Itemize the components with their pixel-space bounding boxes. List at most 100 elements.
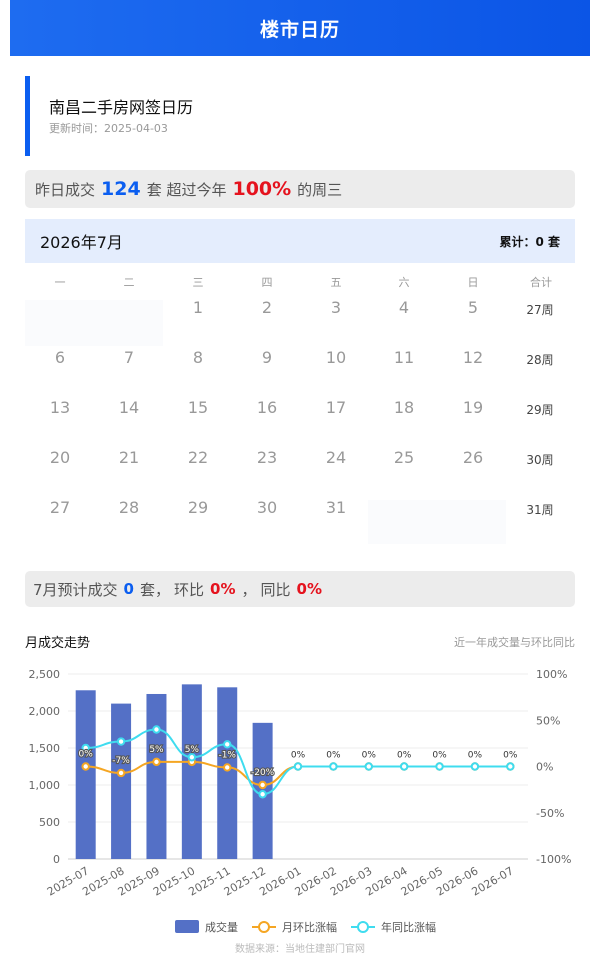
bar xyxy=(217,687,238,859)
calendar-day[interactable]: 12 xyxy=(453,348,493,367)
calendar-day[interactable]: 29 xyxy=(178,498,218,517)
calendar-day[interactable]: 18 xyxy=(384,398,424,417)
calendar-day[interactable]: 24 xyxy=(316,448,356,467)
calendar-day[interactable]: 28 xyxy=(109,498,149,517)
calendar-day[interactable]: 15 xyxy=(178,398,218,417)
weekday-header: 一 xyxy=(54,276,66,289)
forecast-prefix: 7月预计成交 xyxy=(33,580,118,599)
left-axis-tick: 2,500 xyxy=(29,668,61,681)
weekday-header: 日 xyxy=(467,276,479,289)
calendar-day[interactable]: 8 xyxy=(178,348,218,367)
calendar-day[interactable]: 23 xyxy=(247,448,287,467)
trend-subtitle: 近一年成交量与环比同比 xyxy=(454,636,575,649)
month-forecast: 7月预计成交 0 套， 环比 0% ， 同比 0% xyxy=(25,571,575,607)
forecast-mid1: 套， xyxy=(139,580,170,599)
data-label: 5% xyxy=(185,745,200,755)
legend-swatch xyxy=(175,920,199,933)
right-axis-tick: 50% xyxy=(536,714,560,727)
data-point xyxy=(223,763,232,772)
bar xyxy=(146,693,167,859)
data-point xyxy=(364,762,373,771)
left-axis-tick: 1,500 xyxy=(29,742,61,755)
forecast-mid2: ， xyxy=(241,580,257,599)
data-point xyxy=(81,762,90,771)
left-axis-tick: 1,000 xyxy=(29,779,61,792)
calendar-day[interactable]: 7 xyxy=(109,348,149,367)
calendar-day[interactable]: 30 xyxy=(247,498,287,517)
calendar-day[interactable]: 6 xyxy=(40,348,80,367)
weekday-header: 二 xyxy=(123,276,135,289)
calendar-day[interactable]: 27 xyxy=(40,498,80,517)
right-axis-tick: -100% xyxy=(536,853,571,866)
right-axis-tick: 100% xyxy=(536,668,567,681)
data-source: 数据来源：当地住建部门官网 xyxy=(235,944,365,955)
data-label: 0% xyxy=(468,751,483,761)
calendar-day[interactable]: 19 xyxy=(453,398,493,417)
data-point xyxy=(293,762,303,771)
weekday-header: 三 xyxy=(192,276,204,289)
calendar-day[interactable]: 26 xyxy=(453,448,493,467)
bar xyxy=(181,684,202,859)
data-label: 0% xyxy=(326,751,341,761)
calendar-month[interactable]: 2026年7月 xyxy=(40,229,123,253)
legend-marker xyxy=(258,921,270,933)
calendar-day[interactable]: 2 xyxy=(247,298,287,317)
calendar-day[interactable]: 17 xyxy=(316,398,356,417)
data-label: -20% xyxy=(251,768,275,778)
calendar-day[interactable]: 1 xyxy=(178,298,218,317)
weekday-header: 合计 xyxy=(530,276,552,289)
app-header: 楼市日历 xyxy=(10,0,590,56)
monthly-trend-chart: 0 500 1,000 1,500 2,000 2,500 -100% -50% 0% 50% 10… xyxy=(29,668,572,934)
calendar-day[interactable]: 13 xyxy=(40,398,80,417)
calendar-day[interactable]: 4 xyxy=(384,298,424,317)
forecast-yoy-label: 同比 xyxy=(260,580,291,599)
calendar-day[interactable]: 31 xyxy=(316,498,356,517)
forecast-count: 0 xyxy=(123,580,134,598)
header-title: 楼市日历 xyxy=(259,18,340,41)
data-point xyxy=(470,762,480,771)
legend-label: 成交量 xyxy=(205,920,238,934)
summary-prefix: 昨日成交 xyxy=(35,180,96,199)
weekday-header: 四 xyxy=(261,276,273,289)
calendar-title: 南昌二手房网签日历 xyxy=(49,98,194,117)
calendar-day[interactable]: 21 xyxy=(109,448,149,467)
data-label: 0% xyxy=(397,751,412,761)
forecast-mom: 0% xyxy=(210,580,236,598)
calendar-day[interactable]: 11 xyxy=(384,348,424,367)
calendar-day[interactable]: 20 xyxy=(40,448,80,467)
data-point xyxy=(152,725,161,734)
calendar-day[interactable]: 14 xyxy=(109,398,149,417)
left-axis-tick: 2,000 xyxy=(29,705,61,718)
right-axis-tick: -50% xyxy=(536,807,564,820)
weekday-header: 六 xyxy=(398,276,410,289)
data-point xyxy=(187,753,197,762)
data-label: 0% xyxy=(79,750,94,760)
legend-label: 年同比涨幅 xyxy=(381,920,436,934)
data-point xyxy=(258,790,267,799)
data-point xyxy=(435,762,444,771)
calendar-day[interactable]: 10 xyxy=(316,348,356,367)
calendar-day[interactable]: 3 xyxy=(316,298,356,317)
data-point xyxy=(152,757,161,767)
calendar-day[interactable]: 16 xyxy=(247,398,287,417)
bar xyxy=(111,703,132,859)
data-point xyxy=(329,762,338,771)
calendar-total: 累计：0 套 xyxy=(499,234,560,249)
calendar-empty-cell xyxy=(25,300,163,346)
data-point xyxy=(116,768,126,778)
summary-count: 124 xyxy=(101,178,141,200)
data-label: 0% xyxy=(503,751,518,761)
calendar-week-number: 29周 xyxy=(526,403,554,417)
data-label: 0% xyxy=(291,751,306,761)
info-card: 南昌二手房网签日历 更新时间：2025-04-03 xyxy=(25,76,580,156)
calendar-header: 2026年7月 累计：0 套 xyxy=(25,219,575,263)
calendar-day[interactable]: 22 xyxy=(178,448,218,467)
forecast-mom-label: 环比 xyxy=(174,580,205,599)
calendar-day[interactable]: 25 xyxy=(384,448,424,467)
calendar-day[interactable]: 9 xyxy=(247,348,287,367)
data-label: 0% xyxy=(432,751,447,761)
calendar-week-number: 27周 xyxy=(526,303,554,317)
update-time: 更新时间：2025-04-03 xyxy=(49,122,168,135)
calendar-day[interactable]: 5 xyxy=(453,298,493,317)
data-point xyxy=(223,740,232,749)
